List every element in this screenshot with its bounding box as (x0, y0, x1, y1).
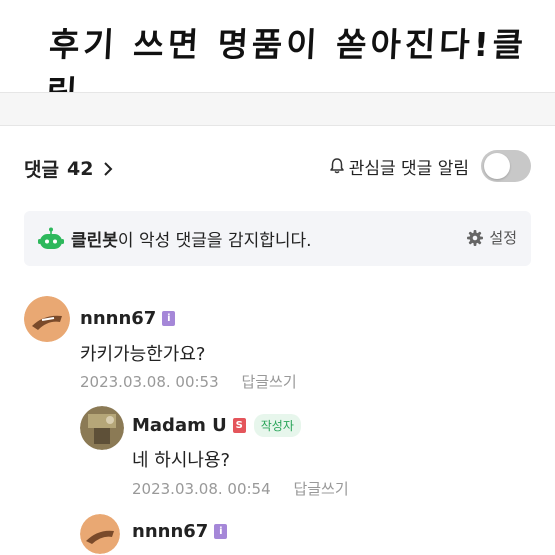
author-name: nnnn67 (80, 308, 157, 329)
cleanbot-message: 클린봇이 악성 댓글을 감지합니다. (71, 226, 312, 251)
comment-date: 2023.03.08. 00:53 (80, 373, 219, 391)
author-name: Madam U (132, 415, 227, 436)
section-band (0, 93, 555, 125)
comment-meta: 2023.03.08. 00:54 답글쓰기 (132, 478, 349, 499)
cleanbot-text: 이 악성 댓글을 감지합니다. (117, 231, 312, 251)
setting-label: 설정 (489, 229, 517, 247)
avatar[interactable] (80, 406, 124, 450)
cleanbot-icon (38, 227, 64, 249)
comment-meta: 2023.03.08. 00:53 답글쓰기 (80, 371, 297, 392)
comment-author[interactable]: nnnn67 i (80, 308, 176, 329)
comments-header[interactable]: 댓글 42 (24, 155, 115, 182)
reply-button[interactable]: 답글쓰기 (293, 480, 348, 498)
comment-text: 네 하시나용? (132, 450, 231, 471)
avatar[interactable] (80, 514, 120, 554)
ad-banner[interactable]: 후기 쓰면 명품이 쏟아진다!클릭 (0, 0, 555, 112)
divider (0, 125, 555, 126)
comment-author[interactable]: nnnn67 i (132, 521, 228, 542)
member-level-badge: i (162, 311, 176, 326)
gear-icon (467, 229, 484, 246)
member-level-badge: S (232, 418, 246, 433)
avatar[interactable] (24, 296, 70, 342)
chevron-right-icon (104, 161, 113, 176)
author-name: nnnn67 (132, 521, 209, 542)
cleanbot-setting-button[interactable]: 설정 (466, 227, 517, 248)
comment-text: 카키가능한가요? (80, 344, 206, 365)
cleanbot-name: 클린봇 (71, 231, 118, 251)
bell-icon (329, 158, 344, 174)
comment-alarm: 관심글 댓글 알림 (328, 150, 531, 182)
comments-count: 42 (66, 157, 94, 180)
reply-button[interactable]: 답글쓰기 (241, 373, 296, 391)
writer-tag: 작성자 (253, 414, 301, 437)
alarm-toggle[interactable] (481, 150, 531, 182)
toggle-knob (484, 153, 510, 179)
comments-label: 댓글 (24, 159, 59, 181)
cleanbot-notice: 클린봇이 악성 댓글을 감지합니다. 설정 (24, 211, 531, 266)
alarm-label: 관심글 댓글 알림 (348, 158, 469, 179)
comment-author[interactable]: Madam U S 작성자 (132, 414, 301, 437)
comment-date: 2023.03.08. 00:54 (132, 480, 271, 498)
member-level-badge: i (214, 524, 228, 539)
